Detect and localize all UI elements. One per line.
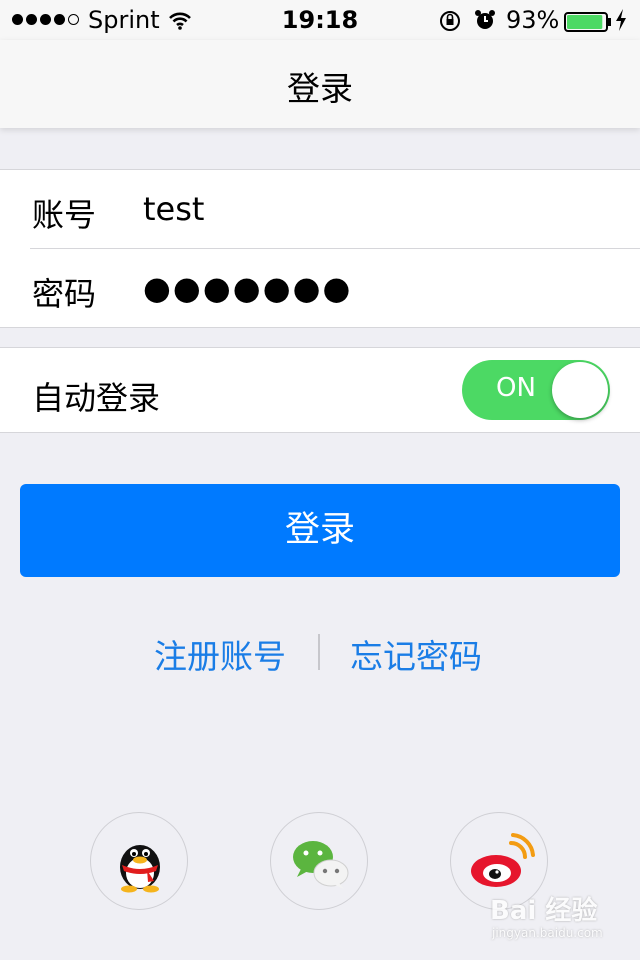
account-input[interactable]: test	[143, 190, 204, 228]
toggle-knob[interactable]	[552, 362, 608, 418]
baidu-watermark: Bai 经验 jingyan.baidu.com	[490, 890, 620, 950]
status-bar: Sprint 19:18 93%	[0, 0, 640, 40]
battery-icon	[564, 10, 612, 38]
qq-login-button[interactable]	[90, 812, 188, 910]
account-links: 注册账号 忘记密码	[0, 630, 640, 676]
watermark-logo-text: Bai 经验	[490, 896, 598, 926]
watermark-url: jingyan.baidu.com	[492, 926, 603, 940]
orientation-lock-icon	[438, 9, 462, 39]
password-label: 密码	[32, 275, 97, 313]
auto-login-toggle[interactable]: ON	[462, 360, 610, 420]
forgot-password-link[interactable]: 忘记密码	[350, 630, 482, 678]
auto-login-row: 自动登录 ON	[0, 347, 640, 433]
login-button[interactable]: 登录	[20, 484, 620, 577]
auto-login-label: 自动登录	[32, 379, 161, 417]
credentials-group: 账号 test 密码 ●●●●●●●	[0, 169, 640, 328]
account-field[interactable]: 账号 test	[0, 170, 640, 248]
toggle-state-label: ON	[496, 373, 536, 403]
link-separator	[318, 634, 320, 670]
battery-percentage: 93%	[506, 6, 560, 34]
page-title: 登录	[287, 69, 353, 108]
password-field[interactable]: 密码 ●●●●●●●	[30, 248, 640, 327]
register-link[interactable]: 注册账号	[154, 630, 286, 678]
qq-icon	[120, 845, 160, 893]
alarm-icon	[473, 8, 497, 38]
navigation-bar: 登录	[0, 40, 640, 128]
wechat-login-button[interactable]	[270, 812, 368, 910]
charging-bolt-icon	[614, 8, 628, 38]
password-input[interactable]: ●●●●●●●	[143, 269, 352, 307]
account-label: 账号	[32, 196, 97, 234]
wechat-icon	[293, 841, 349, 889]
